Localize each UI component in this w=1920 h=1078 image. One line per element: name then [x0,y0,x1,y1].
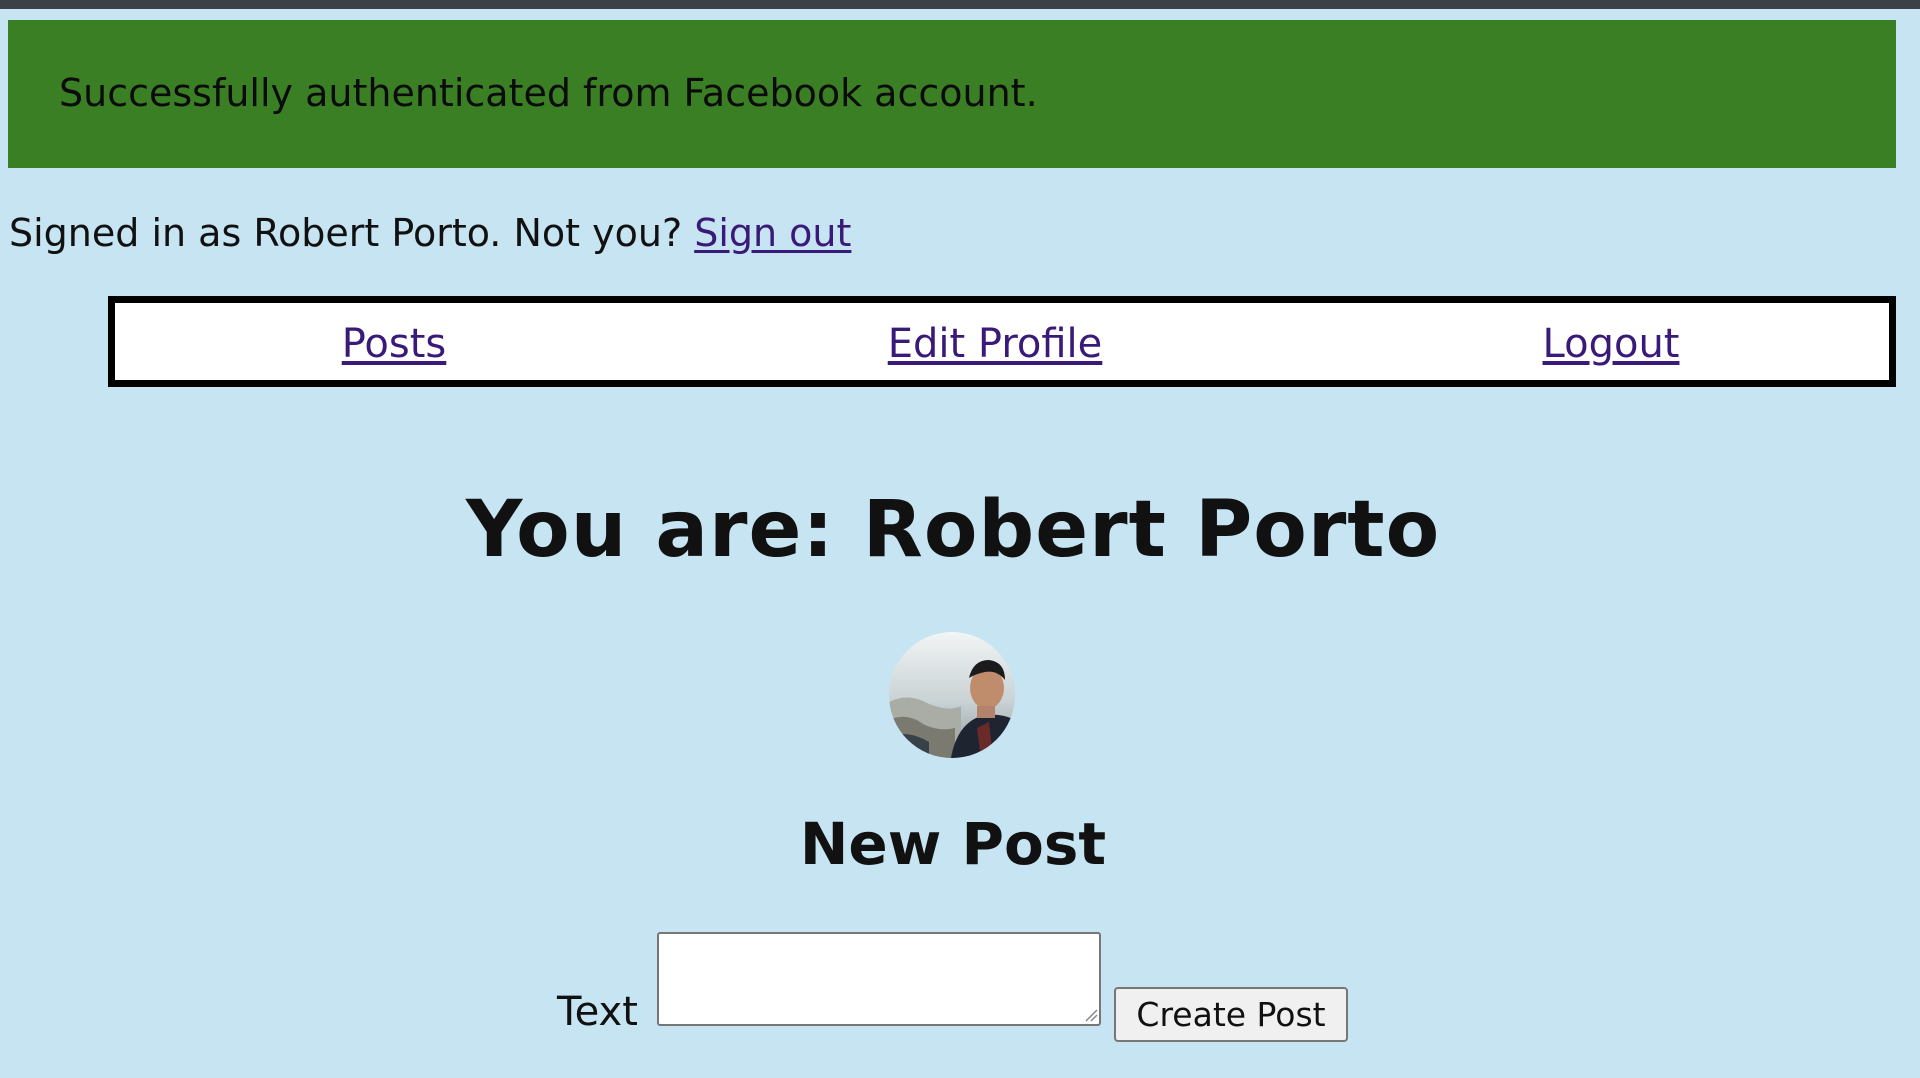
post-text-input[interactable] [657,932,1101,1026]
signed-in-status: Signed in as Robert Porto. Not you? Sign… [9,205,851,261]
profile-heading: You are: Robert Porto [465,485,1441,575]
avatar [889,632,1015,758]
resize-handle-icon[interactable] [1082,1006,1098,1022]
create-post-button[interactable]: Create Post [1114,987,1348,1042]
flash-success-banner: Successfully authenticated from Facebook… [8,20,1896,168]
main-nav: Posts Edit Profile Logout [108,296,1896,387]
signed-in-text: Signed in as Robert Porto. Not you? [9,211,683,255]
sign-out-link[interactable]: Sign out [694,211,851,255]
nav-logout-link[interactable]: Logout [1543,319,1680,369]
flash-message: Successfully authenticated from Facebook… [59,71,1038,115]
nav-edit-profile-link[interactable]: Edit Profile [888,319,1103,369]
user-avatar-photo-icon [889,632,1015,758]
text-field-label: Text [557,989,638,1035]
new-post-heading: New Post [799,810,1107,878]
browser-top-strip [0,0,1920,9]
nav-posts-link[interactable]: Posts [342,319,447,369]
